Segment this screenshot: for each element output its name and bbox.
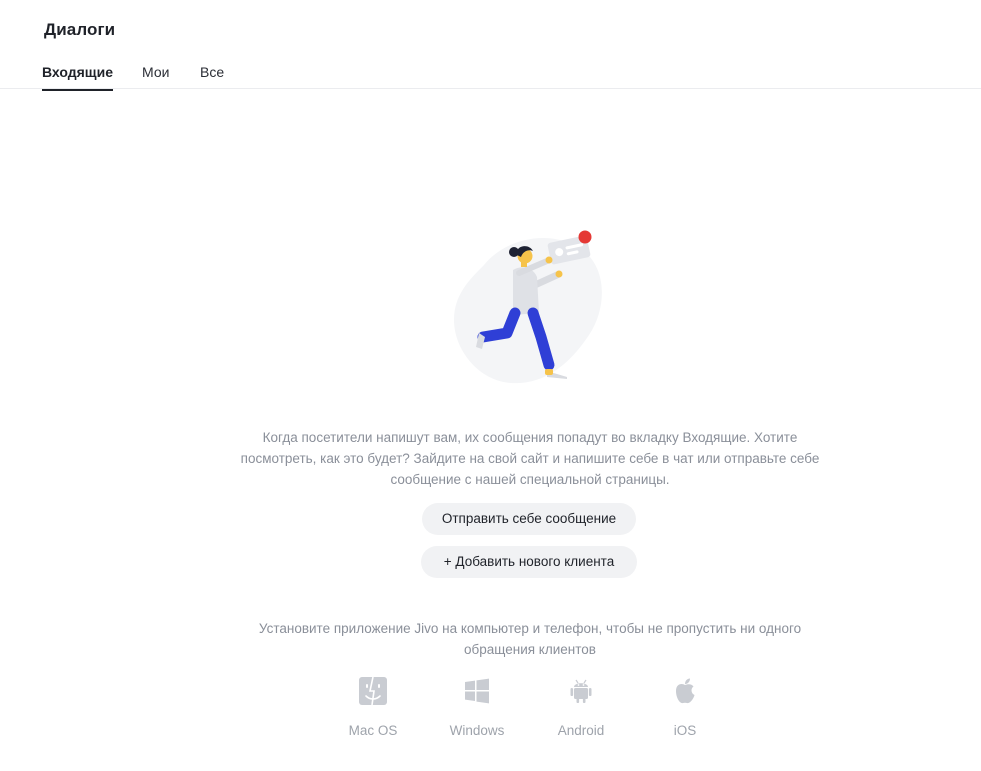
macos-finder-icon <box>359 676 387 706</box>
tab-mine[interactable]: Мои <box>142 64 169 89</box>
send-self-message-button[interactable]: Отправить себе сообщение <box>422 503 636 535</box>
android-icon <box>570 679 592 703</box>
add-client-button[interactable]: + Добавить нового клиента <box>421 546 637 578</box>
notification-dot <box>578 230 592 244</box>
apps-message: Установите приложение Jivo на компьютер … <box>258 621 802 657</box>
app-link-ios[interactable]: iOS <box>640 676 730 738</box>
tabs-bar: Входящие Мои Все <box>0 58 981 91</box>
app-label-macos: Mac OS <box>348 723 398 738</box>
apple-icon <box>676 678 695 704</box>
app-link-macos[interactable]: Mac OS <box>328 676 418 738</box>
app-link-windows[interactable]: Windows <box>432 676 522 738</box>
dialogs-page: Диалоги Входящие Мои Все Когда посетител… <box>0 0 981 771</box>
windows-icon <box>465 678 489 704</box>
page-title: Диалоги <box>44 20 116 39</box>
empty-state-message: Когда посетители напишут вам, их сообщен… <box>240 430 820 487</box>
app-label-android: Android <box>557 723 605 738</box>
app-label-windows: Windows <box>449 723 505 738</box>
tab-inbox[interactable]: Входящие <box>42 64 113 91</box>
tab-all[interactable]: Все <box>200 64 224 89</box>
empty-state-illustration <box>454 230 602 384</box>
app-label-ios: iOS <box>673 723 697 738</box>
app-link-android[interactable]: Android <box>536 676 626 738</box>
